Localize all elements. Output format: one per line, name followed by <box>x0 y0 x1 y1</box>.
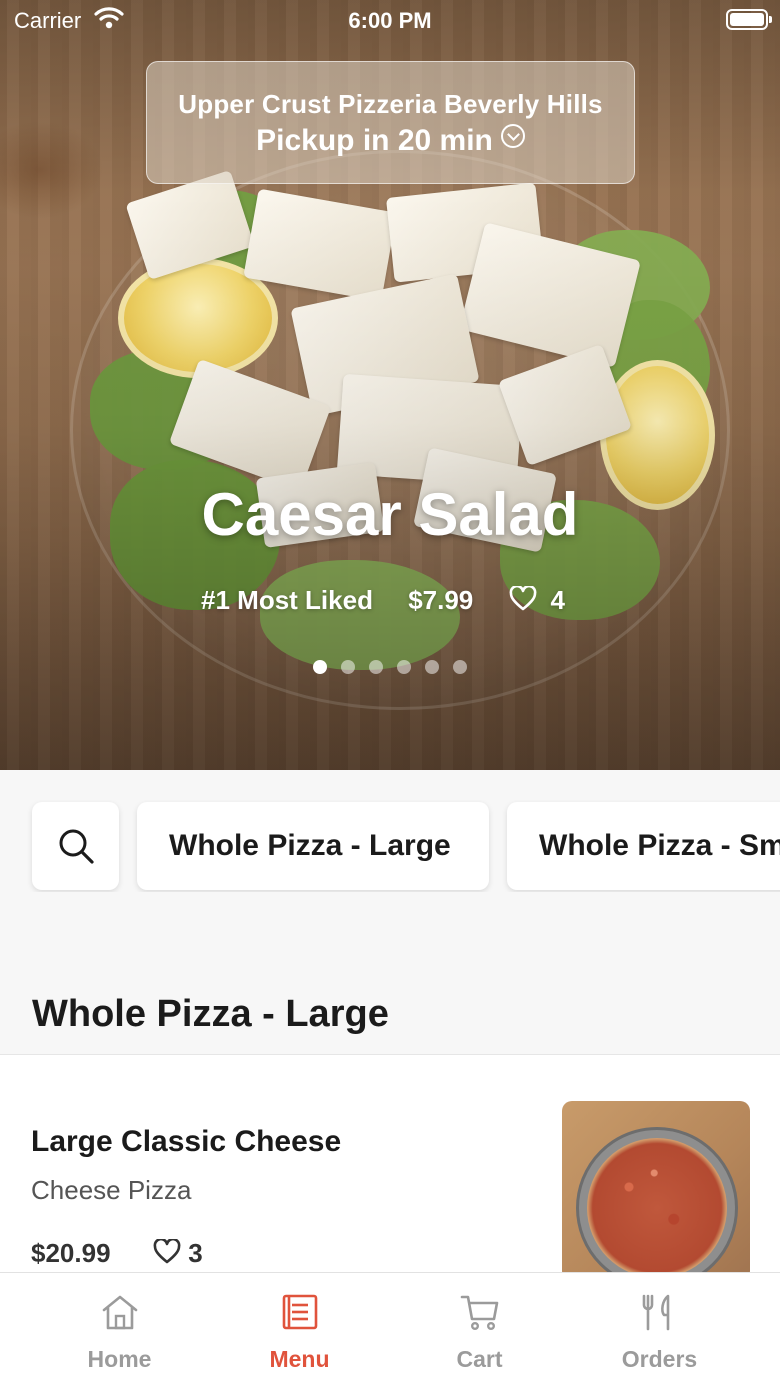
chevron-down-icon <box>500 124 525 148</box>
home-icon <box>102 1295 138 1330</box>
battery-icon <box>726 9 772 30</box>
search-button[interactable] <box>32 802 119 890</box>
carousel-dots[interactable] <box>0 660 780 679</box>
search-icon <box>59 829 94 864</box>
menu-item-price: $20.99 <box>31 1238 111 1268</box>
menu-item-likes: 3 <box>153 1238 203 1269</box>
carousel-dot[interactable] <box>369 660 383 674</box>
menu-item-description: Cheese Pizza <box>31 1175 192 1205</box>
carousel-dot[interactable] <box>313 660 327 674</box>
featured-title: Caesar Salad <box>201 481 579 548</box>
carousel-dot[interactable] <box>425 660 439 674</box>
carousel-dot[interactable] <box>453 660 467 674</box>
tab-orders[interactable]: Orders <box>562 1273 757 1387</box>
status-bar: Carrier 6:00 PM <box>0 0 780 40</box>
category-chip-whole-pizza-large[interactable]: Whole Pizza - Large <box>137 802 489 890</box>
location-selector[interactable]: Upper Crust Pizzeria Beverly Hills Picku… <box>146 61 635 184</box>
featured-meta: #1 Most Liked $7.99 4 <box>0 585 780 616</box>
carousel-dot[interactable] <box>341 660 355 674</box>
heart-icon <box>509 586 536 611</box>
restaurant-name: Upper Crust Pizzeria Beverly Hills <box>178 89 603 119</box>
menu-item-name: Large Classic Cheese <box>31 1125 342 1158</box>
featured-hero[interactable]: Carrier 6:00 PM Upper Crust Pizzeria Bev… <box>0 0 780 770</box>
heart-icon <box>153 1239 181 1264</box>
category-chips: Whole Pizza - Large Whole Pizza - Sm <box>0 800 780 892</box>
featured-price: $7.99 <box>408 585 474 615</box>
menu-icon <box>282 1294 318 1330</box>
tab-menu[interactable]: Menu <box>202 1273 397 1387</box>
tab-home[interactable]: Home <box>22 1273 217 1387</box>
pickup-time: Pickup in 20 min <box>147 124 634 158</box>
menu-item-card[interactable]: Large Classic Cheese Cheese Pizza $20.99… <box>0 1054 780 1294</box>
featured-likes: 4 <box>509 585 579 615</box>
app-screen: Carrier 6:00 PM Upper Crust Pizzeria Bev… <box>0 0 780 1387</box>
featured-rank: #1 Most Liked <box>201 585 373 615</box>
menu-item-image <box>562 1101 750 1281</box>
tab-cart[interactable]: Cart <box>382 1273 577 1387</box>
carousel-dot[interactable] <box>397 660 411 674</box>
orders-icon <box>642 1294 670 1331</box>
section-title: Whole Pizza - Large <box>32 993 389 1035</box>
tab-bar: Home Menu Cart Orders <box>0 1272 780 1387</box>
clock: 6:00 PM <box>348 8 432 33</box>
cart-icon <box>460 1295 499 1331</box>
category-chip-whole-pizza-small[interactable]: Whole Pizza - Sm <box>507 802 780 890</box>
